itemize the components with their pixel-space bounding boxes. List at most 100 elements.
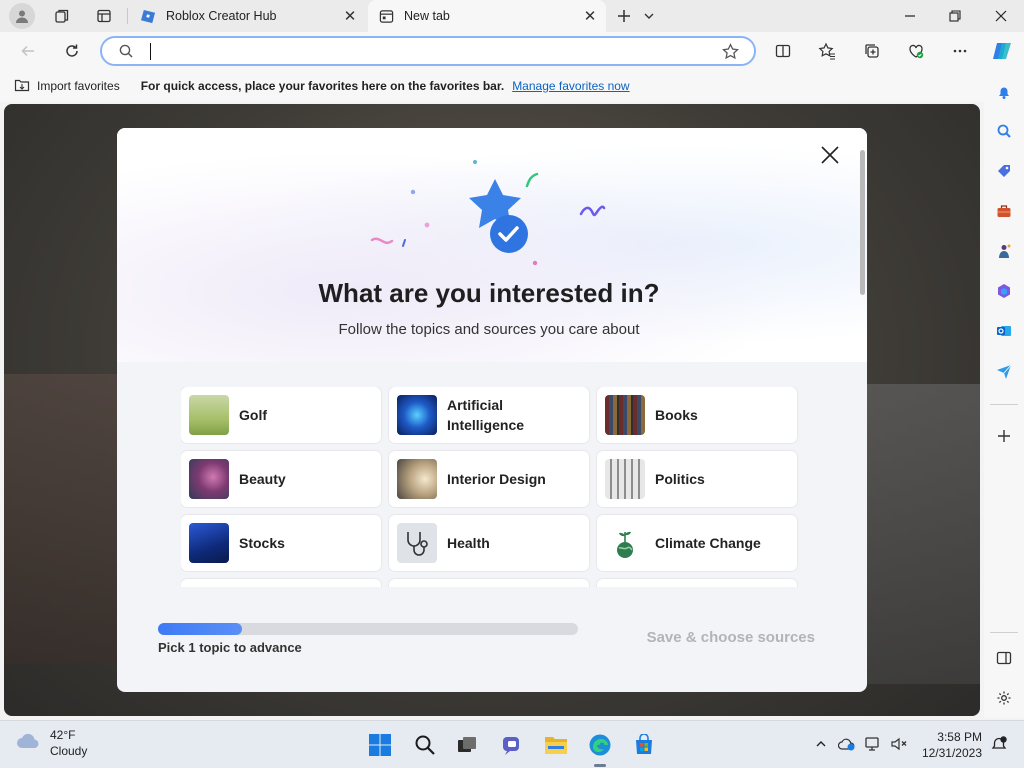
- search-icon: [118, 43, 134, 64]
- onedrive-sync-icon[interactable]: [836, 733, 858, 755]
- teams-chat-icon[interactable]: [496, 729, 528, 761]
- weather-widget[interactable]: 42°F Cloudy: [16, 727, 87, 759]
- topic-label: Health: [447, 535, 490, 551]
- dialog-scrollbar[interactable]: [860, 150, 865, 295]
- topic-label: Stocks: [239, 535, 285, 551]
- tab-roblox-creator-hub[interactable]: Roblox Creator Hub ✕: [130, 0, 366, 32]
- topic-artificial-intelligence[interactable]: Artificial Intelligence: [389, 387, 589, 443]
- edge-sidebar: [984, 70, 1024, 718]
- cloud-icon: [16, 732, 42, 754]
- sidebar-settings-gear-icon[interactable]: [990, 684, 1018, 712]
- volume-muted-icon[interactable]: [888, 733, 910, 755]
- weather-temperature: 42°F: [50, 728, 76, 742]
- drop-send-icon[interactable]: [990, 357, 1018, 385]
- topic-card-partially-visible[interactable]: [181, 579, 381, 587]
- hide-sidebar-icon[interactable]: [990, 644, 1018, 672]
- tab-new-tab[interactable]: New tab ✕: [368, 0, 606, 32]
- topic-label: Artificial Intelligence: [447, 397, 525, 433]
- blurred-background-card: [860, 384, 980, 684]
- interests-dialog: What are you interested in? Follow the t…: [117, 128, 867, 692]
- dialog-subtitle: Follow the topics and sources you care a…: [338, 321, 640, 338]
- network-icon[interactable]: [862, 733, 884, 755]
- close-tab-icon[interactable]: ✕: [340, 6, 360, 26]
- topic-climate-change[interactable]: Climate Change: [597, 515, 797, 571]
- books-thumbnail: [605, 395, 645, 435]
- tab-actions-icon[interactable]: [92, 4, 116, 28]
- search-icon[interactable]: [990, 117, 1018, 145]
- topic-health[interactable]: Health: [389, 515, 589, 571]
- topic-beauty[interactable]: Beauty: [181, 451, 381, 507]
- sidebar-separator: [990, 404, 1018, 405]
- file-explorer-icon[interactable]: [540, 729, 572, 761]
- system-clock[interactable]: 3:58 PM 12/31/2023: [920, 729, 982, 761]
- profile-avatar-icon[interactable]: [9, 3, 35, 29]
- blurred-background-card: [4, 374, 119, 664]
- collections-icon[interactable]: [858, 37, 886, 65]
- microsoft-365-icon[interactable]: [990, 277, 1018, 305]
- refresh-icon[interactable]: [58, 37, 86, 65]
- split-screen-icon[interactable]: [769, 37, 797, 65]
- tab-title: New tab: [404, 9, 450, 23]
- minimize-button[interactable]: [887, 0, 933, 32]
- notifications-bell-icon[interactable]: [990, 78, 1018, 106]
- stocks-thumbnail: [189, 523, 229, 563]
- topic-stocks[interactable]: Stocks: [181, 515, 381, 571]
- task-view-icon[interactable]: [451, 729, 483, 761]
- text-cursor: [150, 43, 151, 60]
- back-arrow-icon[interactable]: [14, 37, 42, 65]
- workspaces-icon[interactable]: [50, 4, 74, 28]
- favorites-icon[interactable]: [813, 37, 841, 65]
- topic-politics[interactable]: Politics: [597, 451, 797, 507]
- close-dialog-icon[interactable]: [815, 140, 845, 170]
- topic-label: Golf: [239, 407, 267, 423]
- new-tab-plus-icon[interactable]: [612, 4, 636, 28]
- clock-date: 12/31/2023: [921, 746, 982, 760]
- topic-card-partially-visible[interactable]: [389, 579, 589, 587]
- show-hidden-icons-chevron-up-icon[interactable]: [810, 733, 832, 755]
- beauty-thumbnail: [189, 459, 229, 499]
- import-folder-icon: [14, 77, 30, 96]
- restore-button[interactable]: [932, 0, 978, 32]
- manage-favorites-link[interactable]: Manage favorites now: [512, 79, 629, 93]
- shopping-tag-icon[interactable]: [990, 157, 1018, 185]
- topic-progress-fill: [158, 623, 242, 635]
- import-favorites-button[interactable]: Import favorites: [14, 77, 120, 96]
- tab-separator: [127, 8, 128, 24]
- dialog-hero: What are you interested in? Follow the t…: [117, 128, 867, 362]
- topic-books[interactable]: Books: [597, 387, 797, 443]
- confetti-star-illustration: [370, 160, 606, 266]
- climate-change-thumbnail: [605, 523, 645, 563]
- notification-center-icon[interactable]: [988, 733, 1010, 755]
- topic-card-partially-visible[interactable]: [597, 579, 797, 587]
- topic-golf[interactable]: Golf: [181, 387, 381, 443]
- add-sidebar-app-plus-icon[interactable]: [990, 422, 1018, 450]
- address-input[interactable]: [154, 42, 714, 62]
- topic-progress-bar: [158, 623, 578, 635]
- outlook-icon[interactable]: [990, 317, 1018, 345]
- address-bar[interactable]: [100, 36, 756, 66]
- settings-more-icon[interactable]: [946, 37, 974, 65]
- games-icon[interactable]: [990, 237, 1018, 265]
- microsoft-store-icon[interactable]: [628, 729, 660, 761]
- import-favorites-label: Import favorites: [37, 79, 120, 93]
- browser-essentials-icon[interactable]: [902, 37, 930, 65]
- topics-grid: Golf Artificial Intelligence Books Beaut…: [181, 387, 801, 587]
- edge-browser-icon[interactable]: [584, 729, 616, 767]
- close-window-button[interactable]: [978, 0, 1024, 32]
- save-and-choose-sources-button[interactable]: Save & choose sources: [647, 629, 815, 646]
- globe-plant-icon: [617, 531, 633, 558]
- quick-access-hint: For quick access, place your favorites h…: [140, 79, 505, 93]
- tools-briefcase-icon[interactable]: [990, 197, 1018, 225]
- sidebar-separator: [990, 632, 1018, 633]
- close-tab-icon[interactable]: ✕: [580, 6, 600, 26]
- start-windows-icon[interactable]: [364, 729, 396, 761]
- add-favorite-star-icon[interactable]: [722, 43, 739, 65]
- tab-list-chevron-down-icon[interactable]: [637, 4, 661, 28]
- weather-description: Cloudy: [50, 744, 88, 758]
- progress-hint: Pick 1 topic to advance: [158, 640, 302, 655]
- taskbar-search-icon[interactable]: [409, 729, 441, 761]
- health-thumbnail: [397, 523, 437, 563]
- topic-interior-design[interactable]: Interior Design: [389, 451, 589, 507]
- copilot-icon[interactable]: [988, 37, 1016, 65]
- topic-label: Politics: [655, 471, 705, 487]
